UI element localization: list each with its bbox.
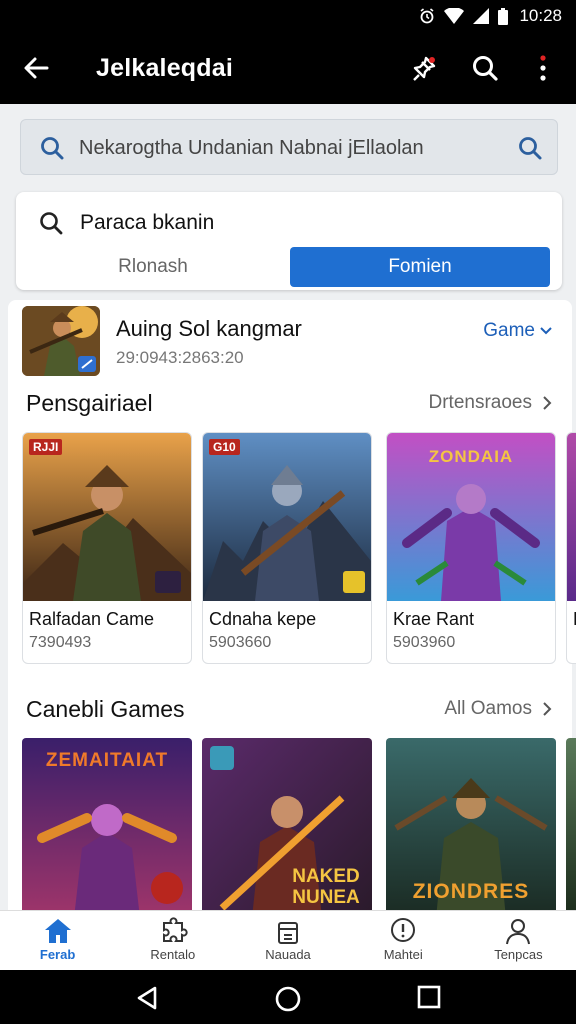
- profile-icon: [506, 919, 531, 945]
- section-header-2: Canebli Games All Oamos: [26, 696, 554, 724]
- pin-button[interactable]: [408, 52, 440, 84]
- game-tile[interactable]: NAKED NUNEA: [202, 738, 372, 910]
- section-link-label-2: All Oamos: [444, 698, 532, 719]
- filter-search-icon: [38, 210, 64, 241]
- nav-label: Tenpcas: [494, 947, 543, 962]
- game-art: [566, 738, 576, 910]
- system-navigation-bar: [0, 970, 576, 1024]
- search-submit-icon[interactable]: [517, 135, 543, 166]
- game-art-title: ZONDAIA: [428, 447, 514, 466]
- signal-icon: [473, 8, 490, 24]
- game-filter-dropdown[interactable]: Game: [483, 320, 552, 342]
- search-bar[interactable]: Nekarogtha Undanian Nabnai jEllaolan: [20, 119, 558, 175]
- section-see-all-2[interactable]: All Oamos: [444, 698, 552, 720]
- game-title: Krae Rant: [393, 609, 475, 629]
- recents-square-icon[interactable]: [417, 985, 441, 1014]
- more-options-button[interactable]: [527, 52, 559, 84]
- game-tile[interactable]: [566, 738, 576, 910]
- nav-item-4[interactable]: Mahtei: [346, 911, 461, 970]
- back-arrow-icon: [24, 57, 49, 79]
- game-art: [23, 433, 191, 601]
- game-count: 5903660: [209, 634, 272, 651]
- game-art: [567, 433, 576, 601]
- game-tile[interactable]: K: [566, 432, 576, 664]
- games-card: Auing Sol kangmar 29:0943:2863:20 Game P…: [8, 300, 576, 910]
- search-icon: [39, 135, 65, 166]
- featured-game-thumbnail[interactable]: [22, 306, 100, 376]
- game-art-title: ZIONDRES: [412, 880, 530, 903]
- status-time: 10:28: [519, 6, 562, 25]
- store-icon: [278, 922, 298, 944]
- nav-label: Nauada: [265, 947, 311, 962]
- filter-option-2-selected[interactable]: Fomien: [290, 247, 550, 287]
- chevron-right-icon: [543, 396, 552, 410]
- nav-item-3[interactable]: Nauada: [230, 911, 345, 970]
- game-tile[interactable]: G10 Cdnaha kepe 5903660: [202, 432, 372, 664]
- featured-game-stat: 29:0943:2863:20: [116, 348, 244, 367]
- game-art: [203, 433, 371, 601]
- home-circle-icon[interactable]: [274, 985, 302, 1018]
- home-icon: [44, 919, 71, 943]
- game-row-1: RJJI Ralfadan Came 7390493 G10 Cdnaha ke…: [22, 432, 576, 672]
- app-bar: Jelkaleqdai: [0, 32, 576, 104]
- section-header-1: Pensgairiael Drtensraoes: [26, 390, 554, 418]
- shield-alert-icon: [391, 918, 416, 942]
- pin-icon: [413, 56, 436, 81]
- puzzle-icon: [162, 917, 188, 942]
- section-title-1: Pensgairiael: [26, 390, 153, 416]
- section-see-all-1[interactable]: Drtensraoes: [429, 392, 553, 414]
- app-title: Jelkaleqdai: [96, 54, 234, 82]
- nav-label: Rentalo: [150, 947, 196, 962]
- filter-card: Paraca bkanin Rlonash Fomien: [16, 192, 562, 290]
- game-badge: G10: [209, 439, 240, 455]
- game-tile[interactable]: ZIONDRES: [386, 738, 556, 910]
- game-title: Ralfadan Came: [29, 609, 155, 629]
- game-row-2: ZEMAITAIAT NAKED NUNEA ZIONDRES: [22, 738, 576, 910]
- game-art-title: NAKED NUNEA: [292, 866, 360, 908]
- search-button[interactable]: [469, 52, 501, 84]
- nav-label: Ferab: [39, 947, 76, 962]
- game-count: 7390493: [29, 634, 92, 651]
- more-vert-icon: [540, 55, 546, 81]
- nav-item-5[interactable]: Tenpcas: [461, 911, 576, 970]
- game-tile[interactable]: ZEMAITAIAT: [22, 738, 192, 910]
- game-count: 5903960: [393, 634, 456, 651]
- alarm-icon: [419, 8, 435, 24]
- search-icon: [473, 56, 498, 81]
- filter-query[interactable]: Paraca bkanin: [80, 211, 214, 235]
- section-link-label-1: Drtensraoes: [428, 392, 533, 413]
- main-content: Nekarogtha Undanian Nabnai jEllaolan Par…: [0, 104, 576, 910]
- section-title-2: Canebli Games: [26, 696, 185, 722]
- wifi-icon: [444, 8, 465, 24]
- chevron-down-icon: [540, 327, 552, 335]
- game-filter-label: Game: [483, 320, 535, 341]
- game-art-title: ZEMAITAIAT: [45, 750, 169, 771]
- bottom-navigation: Ferab Rentalo Nauada Mahtei Tenpcas: [0, 910, 576, 970]
- game-badge: RJJI: [29, 439, 63, 455]
- back-triangle-icon[interactable]: [134, 985, 160, 1016]
- nav-item-2[interactable]: Rentalo: [115, 911, 230, 970]
- game-tile[interactable]: RJJI Ralfadan Came 7390493: [22, 432, 192, 664]
- back-button[interactable]: [20, 52, 52, 84]
- nav-label: Mahtei: [383, 947, 423, 962]
- search-placeholder: Nekarogtha Undanian Nabnai jEllaolan: [79, 137, 424, 159]
- filter-option-1[interactable]: Rlonash: [16, 247, 290, 287]
- game-tile[interactable]: ZONDAIA Krae Rant 5903960: [386, 432, 556, 664]
- status-bar: 10:28: [0, 0, 576, 32]
- chevron-right-icon: [543, 702, 552, 716]
- featured-game-name: Auing Sol kangmar: [116, 316, 302, 341]
- game-title: Cdnaha kepe: [209, 609, 317, 629]
- battery-icon: [498, 7, 509, 25]
- nav-item-home[interactable]: Ferab: [0, 911, 115, 970]
